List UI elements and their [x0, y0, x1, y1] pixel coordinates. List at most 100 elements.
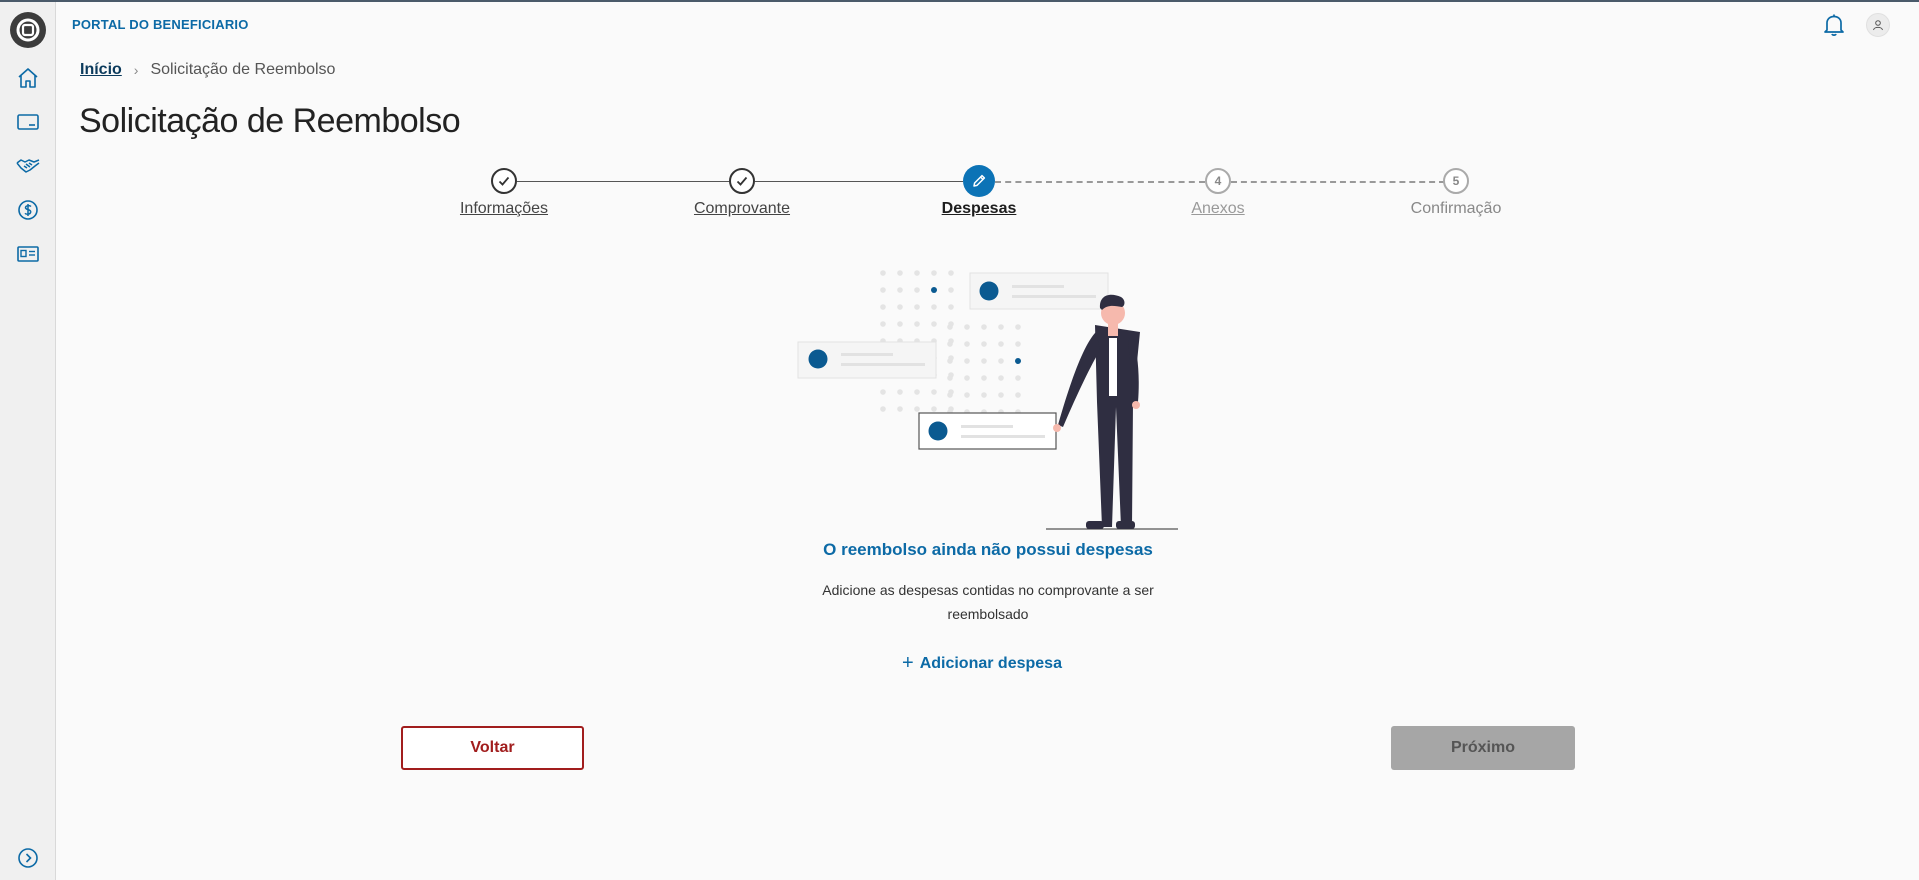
decor-dot — [947, 324, 953, 330]
id-card-icon — [17, 246, 39, 262]
next-button[interactable]: Próximo — [1391, 726, 1575, 770]
decor-dot — [931, 304, 937, 310]
decor-dot — [897, 287, 903, 293]
decor-dot — [914, 287, 920, 293]
decor-dot — [897, 406, 903, 412]
chevron-right-circle-icon — [18, 848, 38, 868]
card-icon — [17, 114, 39, 130]
decor-dot — [964, 324, 970, 330]
decor-dot — [998, 375, 1004, 381]
sidebar — [0, 2, 56, 880]
decor-dot — [981, 375, 987, 381]
decor-dot — [948, 270, 954, 276]
decor-dot — [914, 321, 920, 327]
decor-dot — [897, 321, 903, 327]
decor-dot — [998, 341, 1004, 347]
empty-state-title: O reembolso ainda não possui despesas — [823, 540, 1153, 559]
handshake-icon — [16, 159, 40, 173]
sidebar-expand-button[interactable] — [14, 844, 42, 872]
step-connector — [1231, 181, 1445, 183]
user-icon — [1873, 20, 1883, 31]
step-label-informacoes[interactable]: Informações — [460, 200, 548, 218]
step-connector — [755, 181, 963, 182]
decor-dot — [947, 392, 953, 398]
plus-icon: + — [902, 652, 914, 674]
decor-dot — [1015, 375, 1021, 381]
step-5-number[interactable]: 5 — [1443, 168, 1469, 194]
decor-dot — [914, 406, 920, 412]
decor-dot — [931, 270, 937, 276]
sidebar-item-financial[interactable] — [14, 196, 42, 224]
decor-dot — [880, 304, 886, 310]
add-expense-button[interactable]: + Adicionar despesa — [902, 652, 1062, 675]
sidebar-item-home[interactable] — [14, 64, 42, 92]
decor-dot — [947, 358, 953, 364]
app-logo[interactable] — [10, 12, 46, 48]
decor-dot — [998, 358, 1004, 364]
decor-dot — [1015, 358, 1021, 364]
decor-dot — [914, 304, 920, 310]
decor-dot — [981, 324, 987, 330]
decor-dot — [981, 392, 987, 398]
decor-dot — [981, 341, 987, 347]
decor-dot — [931, 406, 937, 412]
decor-dot — [1015, 341, 1021, 347]
sidebar-item-handshake[interactable] — [14, 152, 42, 180]
decor-dot — [964, 358, 970, 364]
app-title: PORTAL DO BENEFICIARIO — [72, 17, 249, 32]
decor-dot — [947, 375, 953, 381]
step-1-check-icon[interactable] — [491, 168, 517, 194]
decor-dot — [914, 270, 920, 276]
decor-dot — [897, 389, 903, 395]
decor-dot — [1015, 392, 1021, 398]
decor-dot — [998, 324, 1004, 330]
decor-dot — [931, 287, 937, 293]
decor-dot — [948, 304, 954, 310]
decor-dot — [964, 341, 970, 347]
step-label-despesas[interactable]: Despesas — [942, 200, 1017, 218]
decor-dot — [1015, 324, 1021, 330]
decor-dot — [880, 389, 886, 395]
back-button[interactable]: Voltar — [401, 726, 584, 770]
decor-dot — [981, 358, 987, 364]
decor-dot — [880, 287, 886, 293]
step-2-check-icon[interactable] — [729, 168, 755, 194]
chevron-right-icon: › — [133, 62, 139, 78]
step-connector — [517, 181, 730, 182]
decor-dot — [931, 389, 937, 395]
breadcrumb-current: Solicitação de Reembolso — [150, 61, 336, 78]
step-label-comprovante[interactable]: Comprovante — [694, 200, 790, 218]
step-4-number[interactable]: 4 — [1205, 168, 1231, 194]
decor-dot — [897, 304, 903, 310]
breadcrumb: Início › Solicitação de Reembolso — [80, 61, 335, 79]
decor-dot — [914, 389, 920, 395]
step-label-confirmacao: Confirmação — [1410, 200, 1502, 217]
empty-state-description: Adicione as despesas contidas no comprov… — [822, 582, 1154, 622]
sidebar-item-card[interactable] — [14, 108, 42, 136]
decor-dot — [880, 406, 886, 412]
decor-dot — [964, 375, 970, 381]
empty-state-illustration — [797, 270, 1178, 530]
decor-dot — [880, 270, 886, 276]
sidebar-item-id-card[interactable] — [14, 240, 42, 268]
page-title: Solicitação de Reembolso — [79, 102, 461, 140]
decor-dot — [897, 270, 903, 276]
add-expense-label: Adicionar despesa — [919, 654, 1062, 672]
step-3-edit-icon[interactable] — [963, 165, 995, 197]
decor-dot — [964, 392, 970, 398]
decor-dot — [947, 341, 953, 347]
step-connector — [995, 181, 1205, 183]
logo-icon — [16, 18, 40, 42]
user-avatar-button[interactable] — [1866, 13, 1890, 37]
home-icon — [18, 68, 38, 88]
dollar-icon — [18, 200, 38, 220]
step-label-anexos[interactable]: Anexos — [1191, 200, 1244, 218]
decor-dot — [998, 392, 1004, 398]
breadcrumb-home-link[interactable]: Início — [80, 61, 122, 79]
notifications-button[interactable] — [1822, 12, 1846, 38]
decor-dot — [880, 321, 886, 327]
bell-icon — [1824, 14, 1844, 36]
top-border — [0, 0, 1919, 2]
decor-dot — [931, 321, 937, 327]
decor-dot — [948, 287, 954, 293]
